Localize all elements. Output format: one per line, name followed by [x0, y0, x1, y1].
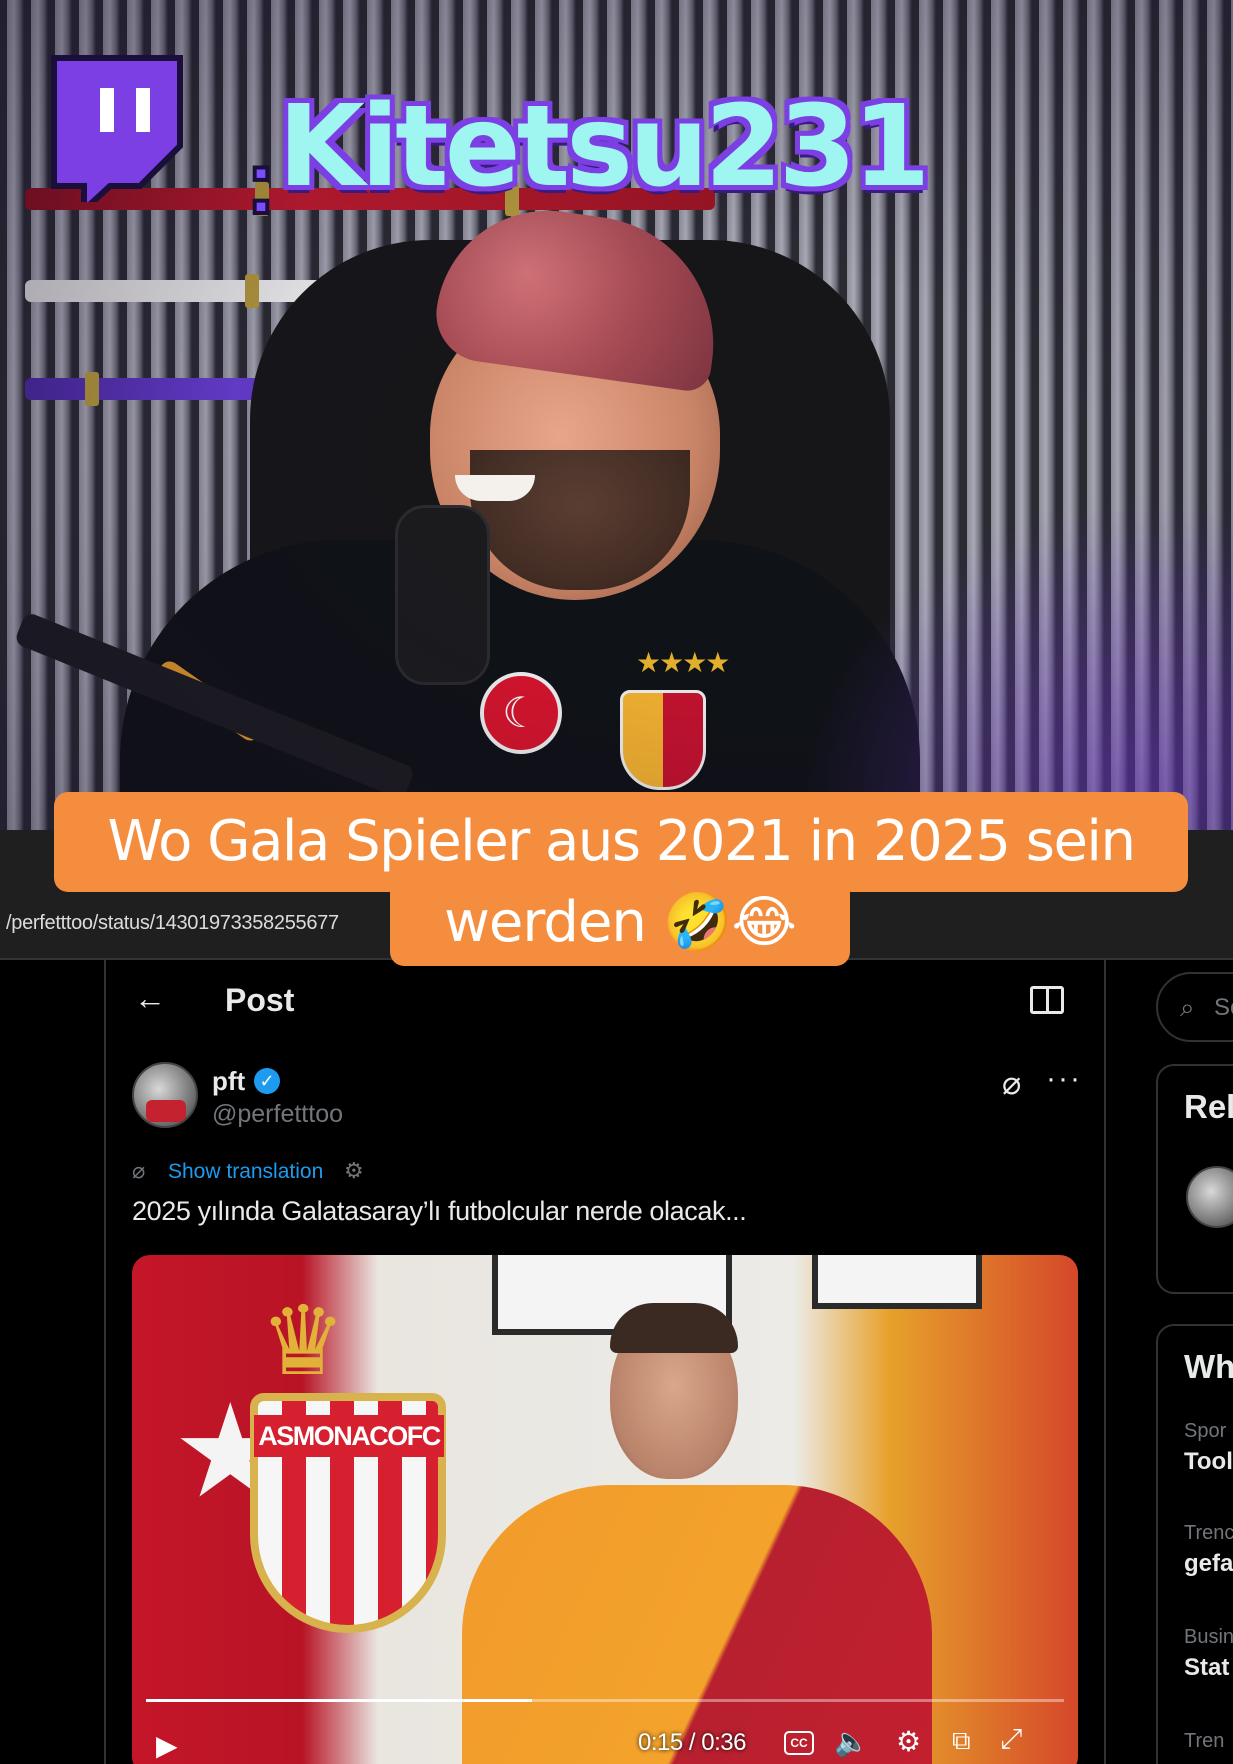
- twitch-logo-icon: [51, 55, 183, 202]
- caption-line-2: werden 🤣😂: [390, 880, 850, 966]
- player-hair: [610, 1303, 738, 1353]
- more-options-icon[interactable]: ···: [1046, 1062, 1082, 1096]
- wall-picture-frame: [812, 1255, 982, 1309]
- trend-context: Busin: [1184, 1626, 1233, 1648]
- trend-context: Tren: [1184, 1730, 1225, 1752]
- picture-in-picture-icon[interactable]: ⧉: [952, 1725, 971, 1757]
- column-divider: [1104, 960, 1106, 1764]
- avatar[interactable]: [1186, 1166, 1233, 1228]
- brand-separator: :: [244, 131, 278, 235]
- user-handle[interactable]: @perfetttoo: [212, 1100, 343, 1129]
- video-progress-fill: [146, 1699, 532, 1702]
- trend-title[interactable]: Tool: [1184, 1448, 1233, 1476]
- trend-title[interactable]: gefa: [1184, 1550, 1233, 1578]
- volume-icon[interactable]: 🔈: [834, 1725, 869, 1758]
- play-icon[interactable]: ▶: [156, 1729, 178, 1762]
- back-arrow-icon[interactable]: ←: [134, 980, 166, 1017]
- settings-gear-icon[interactable]: ⚙: [896, 1725, 921, 1758]
- relevant-people-card: Rel: [1156, 1064, 1233, 1294]
- card-heading: Rel: [1184, 1088, 1233, 1125]
- captions-icon[interactable]: CC: [784, 1731, 814, 1755]
- page-title: Post: [225, 982, 295, 1018]
- whats-happening-card: Wh Spor Tool Trenc gefa Busin Stat Tren: [1156, 1324, 1233, 1764]
- search-icon: ⌕: [1180, 992, 1195, 1022]
- verified-badge-icon[interactable]: ✓: [254, 1068, 280, 1094]
- tweet-video[interactable]: ★ ♛ ASMONACOFC ▶ 0:15 / 0:36 CC 🔈 ⚙ ⧉ ⤢: [132, 1255, 1078, 1764]
- search-input[interactable]: ⌕ Se: [1156, 972, 1233, 1042]
- caption-line-1: Wo Gala Spieler aus 2021 in 2025 sein: [54, 792, 1188, 892]
- channel-name: Kitetsu231: [278, 82, 930, 212]
- trend-title[interactable]: Stat: [1184, 1654, 1229, 1682]
- trend-context: Spor: [1184, 1420, 1227, 1442]
- fullscreen-icon[interactable]: ⤢: [1000, 1723, 1022, 1756]
- url-text[interactable]: /perfetttoo/status/14301973358255677: [6, 912, 339, 935]
- post-header: ← Post: [130, 972, 1080, 1032]
- crown-icon: ♛: [260, 1288, 347, 1395]
- display-name[interactable]: pft: [212, 1066, 245, 1097]
- crest-label: ASMONACOFC: [254, 1415, 444, 1457]
- show-translation-link[interactable]: Show translation: [168, 1160, 323, 1184]
- column-divider: [104, 960, 106, 1764]
- card-heading: Wh: [1184, 1348, 1233, 1385]
- browser-screen-capture: /perfetttoo/status/14301973358255677 ← P…: [0, 830, 1233, 1764]
- webcam-feed: ☾ ★★★★ : Kitetsu231: [0, 0, 1233, 830]
- gear-icon[interactable]: ⚙: [344, 1158, 364, 1184]
- tweet-text: 2025 yılında Galatasaray’lı futbolcular …: [132, 1196, 747, 1226]
- grok-icon[interactable]: ⌀: [1002, 1064, 1021, 1102]
- search-placeholder: Se: [1214, 994, 1233, 1021]
- player-jersey: [462, 1485, 932, 1764]
- video-progress-bar[interactable]: [146, 1699, 1064, 1702]
- translate-icon: ⌀: [132, 1158, 146, 1183]
- trend-context: Trenc: [1184, 1522, 1233, 1544]
- reader-mode-icon[interactable]: [1030, 986, 1064, 1014]
- video-timestamp: 0:15 / 0:36: [638, 1729, 746, 1756]
- avatar[interactable]: [132, 1062, 198, 1128]
